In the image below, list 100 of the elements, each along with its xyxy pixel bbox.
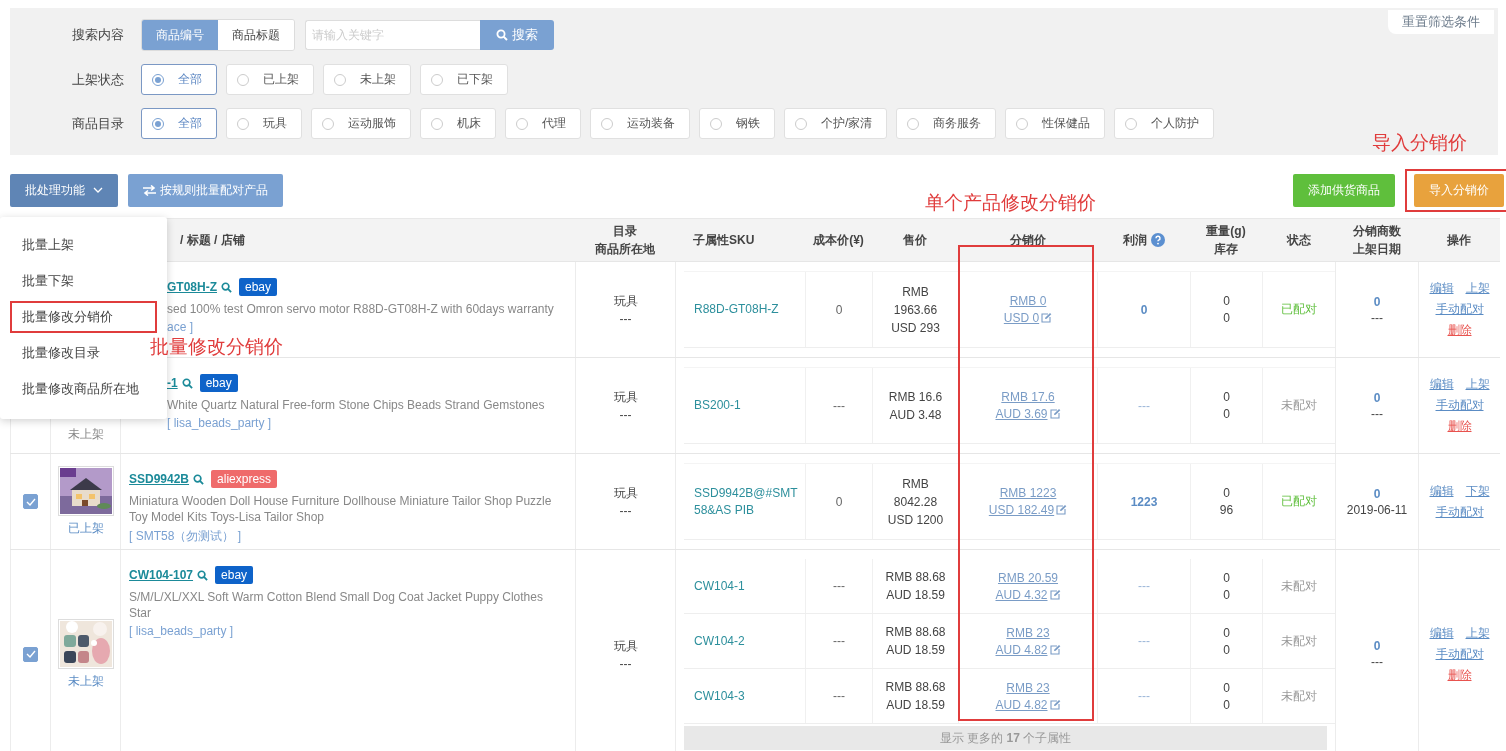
edit-icon[interactable] bbox=[1049, 589, 1061, 600]
action-link[interactable]: 上架 bbox=[1465, 376, 1490, 393]
search-icon[interactable] bbox=[197, 569, 209, 581]
filter-option[interactable]: 个人防护 bbox=[1114, 108, 1215, 139]
filter-option[interactable]: 运动装备 bbox=[590, 108, 690, 139]
filter-label: 上架状态 bbox=[72, 70, 125, 89]
distribution-price-link[interactable]: RMB 17.6 bbox=[1001, 390, 1055, 404]
edit-icon[interactable] bbox=[1041, 313, 1053, 323]
stock-value: 0 bbox=[1223, 587, 1230, 602]
filter-option[interactable]: 玩具 bbox=[226, 108, 302, 139]
product-sku-link[interactable]: SSD9942B bbox=[129, 472, 190, 486]
edit-icon[interactable] bbox=[1049, 409, 1061, 419]
column-header: 分销价 bbox=[1009, 232, 1046, 249]
action-link[interactable]: 手动配对 bbox=[1435, 397, 1484, 414]
cost-price: 0 bbox=[835, 494, 843, 509]
edit-icon[interactable] bbox=[1056, 505, 1068, 515]
cost-price: 0 bbox=[835, 302, 843, 317]
distribution-price-link[interactable]: RMB 23 bbox=[1006, 680, 1050, 695]
product-sku-link[interactable]: -1 bbox=[167, 376, 178, 390]
action-link[interactable]: 手动配对 bbox=[1435, 645, 1484, 663]
search-icon bbox=[496, 29, 508, 41]
stock-value: 0 bbox=[1223, 642, 1230, 657]
action-link[interactable]: 编辑 bbox=[1429, 624, 1454, 642]
reset-filters-button[interactable]: 重置筛选条件 bbox=[1388, 10, 1494, 34]
row-checkbox[interactable] bbox=[23, 646, 38, 662]
help-icon[interactable] bbox=[1150, 233, 1165, 247]
store-link[interactable]: [ lisa_beads_party ] bbox=[167, 416, 567, 430]
add-supply-product-button[interactable]: 添加供货商品 bbox=[1293, 173, 1395, 207]
filter-option[interactable]: 性保健品 bbox=[1005, 108, 1106, 139]
variant-sku: BS200-1 bbox=[694, 397, 742, 414]
distribution-price-link[interactable]: AUD 4.32 bbox=[995, 587, 1048, 602]
chevron-down-icon bbox=[93, 187, 103, 193]
cost-price: --- bbox=[833, 398, 845, 413]
filter-option[interactable]: 已上架 bbox=[226, 64, 314, 95]
distribution-price-link[interactable]: USD 182.49 bbox=[988, 503, 1055, 517]
filter-option[interactable]: 全部 bbox=[141, 108, 217, 139]
menu-item[interactable]: 批量修改分销价 bbox=[10, 301, 157, 333]
distribution-price-link[interactable]: AUD 4.82 bbox=[995, 642, 1048, 657]
delete-link[interactable]: 删除 bbox=[1447, 322, 1472, 339]
filter-option[interactable]: 商务服务 bbox=[896, 108, 997, 139]
location-text: --- bbox=[619, 312, 632, 326]
stock-value: 96 bbox=[1219, 503, 1234, 517]
weight-value: 0 bbox=[1223, 625, 1230, 640]
edit-icon[interactable] bbox=[1049, 699, 1061, 710]
profit-value: --- bbox=[1138, 634, 1150, 648]
filter-option[interactable]: 机床 bbox=[420, 108, 496, 139]
search-mode-tab[interactable]: 商品标题 bbox=[218, 20, 294, 50]
filter-option[interactable]: 已下架 bbox=[420, 64, 508, 95]
distribution-price-link[interactable]: RMB 23 bbox=[1006, 625, 1050, 640]
listing-date: --- bbox=[1371, 406, 1383, 421]
location-text: --- bbox=[619, 504, 632, 518]
distribution-price-link[interactable]: RMB 20.59 bbox=[998, 570, 1058, 585]
filter-option[interactable]: 运动服饰 bbox=[311, 108, 411, 139]
distribution-price-link[interactable]: RMB 1223 bbox=[999, 486, 1057, 500]
search-icon[interactable] bbox=[221, 281, 232, 293]
action-link[interactable]: 编辑 bbox=[1429, 482, 1454, 500]
import-price-button[interactable]: 导入分销价 bbox=[1414, 173, 1504, 207]
filter-option[interactable]: 个护/家清 bbox=[784, 108, 888, 139]
batch-actions-button[interactable]: 批处理功能 bbox=[10, 173, 118, 207]
profit-value: --- bbox=[1138, 398, 1150, 413]
listing-date: --- bbox=[1371, 310, 1383, 325]
filter-option[interactable]: 钢铁 bbox=[699, 108, 775, 139]
search-icon[interactable] bbox=[193, 473, 205, 485]
search-button[interactable]: 搜索 bbox=[480, 20, 554, 50]
platform-badge: ebay bbox=[199, 374, 238, 392]
store-link[interactable]: [ lisa_beads_party ] bbox=[129, 624, 567, 638]
search-mode-tab[interactable]: 商品编号 bbox=[142, 20, 218, 50]
batch-match-button[interactable]: 按规则批量配对产品 bbox=[128, 173, 283, 207]
action-link[interactable]: 下架 bbox=[1465, 482, 1490, 500]
action-link[interactable]: 手动配对 bbox=[1435, 503, 1484, 521]
cost-price: --- bbox=[833, 689, 845, 703]
delete-link[interactable]: 删除 bbox=[1447, 418, 1472, 435]
filter-option[interactable]: 未上架 bbox=[323, 64, 411, 95]
action-link[interactable]: 编辑 bbox=[1429, 376, 1454, 393]
filter-option[interactable]: 全部 bbox=[141, 64, 217, 95]
weight-value: 0 bbox=[1223, 680, 1230, 695]
action-link[interactable]: 上架 bbox=[1465, 280, 1490, 297]
store-link[interactable]: [ SMT58（勿测试） ] bbox=[129, 528, 567, 545]
action-link[interactable]: 手动配对 bbox=[1435, 301, 1484, 318]
distribution-price-link[interactable]: AUD 3.69 bbox=[995, 407, 1048, 421]
distribution-price-link[interactable]: AUD 4.82 bbox=[995, 697, 1048, 712]
action-link[interactable]: 上架 bbox=[1465, 624, 1490, 642]
match-status: 未配对 bbox=[1281, 632, 1317, 650]
annotation-text: 单个产品修改分销价 bbox=[925, 190, 1096, 215]
row-checkbox[interactable] bbox=[23, 494, 38, 509]
product-sku-link[interactable]: GT08H-Z bbox=[167, 280, 217, 294]
action-link[interactable]: 编辑 bbox=[1429, 280, 1454, 297]
show-more-variants-button[interactable]: 显示 更多的 17 个子属性 bbox=[684, 726, 1327, 750]
distributor-count: 0 bbox=[1373, 294, 1381, 309]
search-icon[interactable] bbox=[181, 377, 193, 389]
store-link[interactable]: ace ] bbox=[167, 320, 567, 334]
profit-value: --- bbox=[1138, 689, 1150, 703]
filter-option[interactable]: 代理 bbox=[505, 108, 581, 139]
distribution-price-link[interactable]: RMB 0 bbox=[1009, 294, 1047, 308]
distribution-price-link[interactable]: USD 0 bbox=[1003, 311, 1040, 325]
delete-link[interactable]: 删除 bbox=[1447, 666, 1472, 684]
match-status: 未配对 bbox=[1281, 687, 1317, 705]
product-sku-link[interactable]: CW104-107 bbox=[129, 568, 194, 582]
listing-status: 未上架 bbox=[67, 426, 104, 443]
edit-icon[interactable] bbox=[1049, 644, 1061, 655]
